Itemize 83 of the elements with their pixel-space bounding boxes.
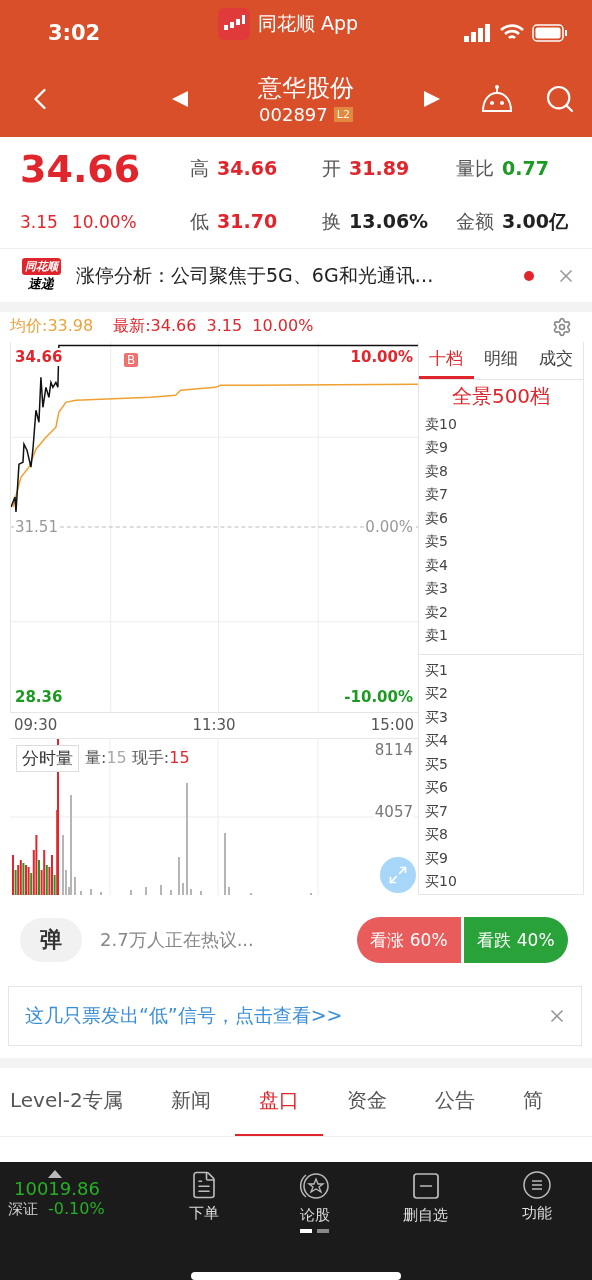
menu-icon: [521, 1170, 552, 1200]
index-change: -0.10%: [48, 1199, 105, 1218]
order-book-tab[interactable]: 明细: [473, 341, 529, 379]
price-change-percent: 10.00%: [71, 212, 137, 232]
bid-level: 买1: [424, 660, 449, 680]
ask-level: 卖3: [424, 579, 449, 599]
ask-level: 卖4: [424, 555, 449, 575]
stat-value: 0.77: [502, 157, 549, 180]
volume-tab[interactable]: 分时量: [16, 744, 79, 772]
bid-level: 买8: [424, 825, 449, 845]
source-logo: 同花顺: [21, 258, 61, 276]
section-tab[interactable]: 盘口: [234, 1067, 323, 1137]
clock-time: 3:02: [48, 21, 101, 45]
stat-value: 34.66: [217, 157, 278, 180]
latest-price: 最新:34.66 3.15 10.00%: [113, 316, 315, 338]
order-book-title[interactable]: 全景500档: [419, 379, 583, 413]
ask-level: 卖7: [424, 485, 449, 505]
level-badge: L2: [333, 107, 353, 123]
expand-up-icon[interactable]: [48, 1170, 62, 1178]
buy-marker: B: [124, 352, 139, 367]
section-tab[interactable]: 新闻: [146, 1067, 235, 1137]
bid-level: 买5: [424, 754, 449, 774]
stat-value: 31.70: [217, 210, 278, 232]
bid-level: 买9: [424, 848, 449, 868]
stat-label: 开: [322, 156, 341, 182]
price-change: 3.15: [20, 212, 58, 232]
stat-label: 金额: [456, 209, 494, 234]
stock-code: 002897: [259, 104, 328, 126]
axis-label: 34.66: [14, 347, 64, 366]
news-headline[interactable]: 涨停分析：公司聚焦于5G、6G和光通讯…: [76, 262, 510, 289]
section-tab[interactable]: Level-2专属: [10, 1067, 147, 1137]
stat-value: 31.89: [349, 157, 410, 180]
ask-level: 卖2: [424, 602, 449, 622]
ask-level: 卖8: [424, 461, 449, 481]
toolbar-label[interactable]: 删自选: [403, 1206, 448, 1225]
toolbar-label[interactable]: 下单: [188, 1204, 219, 1223]
star-badge-icon: [297, 1170, 332, 1202]
settings-icon[interactable]: [552, 316, 572, 337]
time-label: 15:00: [370, 716, 414, 735]
stat-label: 低: [190, 209, 209, 234]
bid-level: 买2: [424, 684, 449, 704]
robot-icon[interactable]: [480, 83, 514, 114]
signal-icon: [464, 24, 492, 42]
app-name: 同花顺 App: [258, 11, 359, 36]
previous-icon[interactable]: [170, 88, 190, 109]
battery-icon: [532, 24, 568, 42]
time-label: 09:30: [14, 716, 58, 735]
section-tab[interactable]: 简: [498, 1067, 567, 1137]
stock-name: 意华股份: [258, 73, 354, 105]
ask-level: 卖6: [424, 508, 449, 528]
volume-reading: 量:15 现手:15: [85, 747, 190, 769]
average-price: 均价:33.98: [10, 316, 94, 338]
order-book-tab[interactable]: 十档: [419, 341, 474, 379]
time-label: 11:30: [192, 716, 236, 735]
axis-label: 4057: [373, 802, 414, 821]
bid-level: 买3: [424, 707, 449, 727]
current-price: 34.66: [20, 147, 142, 192]
bid-level: 买7: [424, 801, 449, 821]
stat-label: 高: [190, 156, 209, 182]
ask-level: 卖5: [424, 532, 449, 552]
danmaku-button[interactable]: 弹: [20, 918, 82, 963]
ask-level: 卖9: [424, 438, 449, 458]
discussion-count: 2.7万人正在热议...: [100, 928, 255, 953]
bid-level: 买6: [424, 778, 449, 798]
stat-value: 3.00亿: [502, 209, 568, 234]
expand-icon: [388, 864, 408, 885]
toolbar-label[interactable]: 功能: [521, 1204, 552, 1223]
ask-level: 卖10: [424, 414, 458, 434]
stat-value: 13.06%: [349, 210, 429, 232]
ask-level: 卖1: [424, 626, 449, 646]
index-value: 10019.86: [14, 1178, 100, 1199]
bid-level: 买4: [424, 731, 449, 751]
next-icon[interactable]: [422, 88, 442, 109]
section-tab[interactable]: 资金: [322, 1067, 411, 1137]
toolbar-label[interactable]: 论股: [299, 1206, 330, 1225]
order-book-tab[interactable]: 成交: [528, 341, 583, 379]
app-logo-icon: [218, 8, 250, 40]
section-tab[interactable]: 公告: [410, 1067, 499, 1137]
index-name: 深证: [8, 1200, 38, 1219]
stat-label: 换: [322, 209, 341, 234]
stat-label: 量比: [456, 156, 494, 182]
source-logo-subtitle: 速递: [28, 275, 54, 294]
bid-level: 买10: [424, 872, 458, 892]
